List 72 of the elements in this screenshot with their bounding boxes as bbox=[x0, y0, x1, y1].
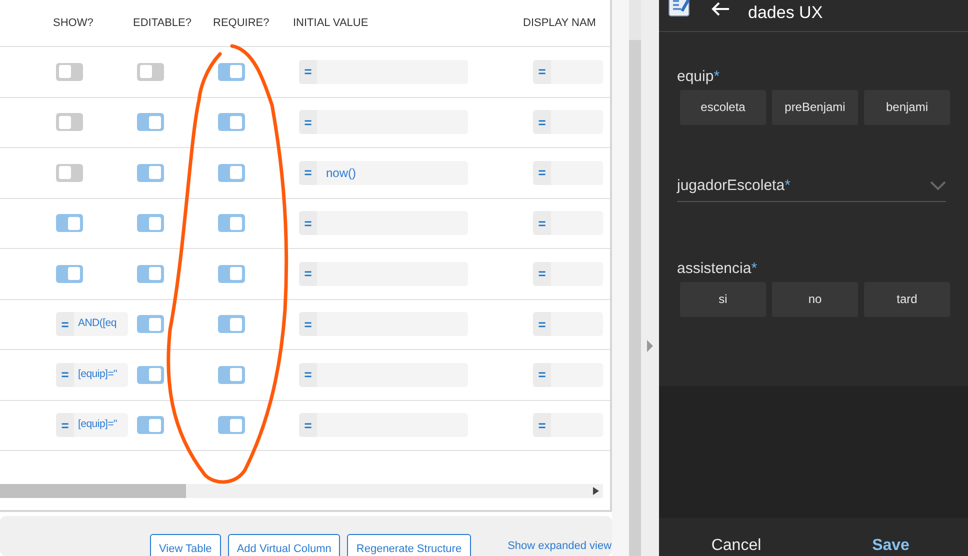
formula-field[interactable]: = [equip]=" bbox=[56, 413, 128, 438]
toggle-switch[interactable] bbox=[218, 113, 245, 132]
chevron-down-icon bbox=[930, 180, 946, 191]
toolbar-button[interactable]: View Table bbox=[150, 534, 221, 556]
formula-field[interactable]: = bbox=[299, 211, 468, 236]
column-header[interactable]: EDITABLE? bbox=[133, 16, 192, 29]
back-arrow-icon[interactable] bbox=[710, 1, 730, 17]
toggle-switch[interactable] bbox=[218, 366, 245, 384]
option-button[interactable]: tard bbox=[864, 282, 950, 316]
toggle-switch[interactable] bbox=[218, 264, 245, 283]
toggle-switch[interactable] bbox=[137, 214, 164, 232]
option-button[interactable]: no bbox=[772, 282, 858, 316]
toggle-switch[interactable] bbox=[218, 214, 245, 232]
toggle-switch[interactable] bbox=[137, 264, 164, 283]
expand-icon[interactable] bbox=[647, 340, 653, 352]
field-label: assistencia bbox=[677, 259, 752, 279]
field-label: jugadorEscoleta bbox=[677, 176, 785, 196]
notepad-icon bbox=[668, 0, 692, 17]
formula-field[interactable]: = bbox=[299, 413, 468, 438]
formula-field[interactable]: = bbox=[533, 60, 603, 84]
toggle-switch[interactable] bbox=[218, 416, 245, 434]
formula-field[interactable]: = bbox=[533, 413, 603, 438]
toggle-switch[interactable] bbox=[218, 164, 245, 182]
toolbar-button[interactable]: Add Virtual Column bbox=[228, 534, 340, 556]
formula-field[interactable]: = bbox=[299, 60, 468, 84]
formula-field[interactable]: = bbox=[299, 362, 468, 387]
formula-field[interactable]: = AND([eq bbox=[56, 312, 128, 336]
toggle-switch[interactable] bbox=[56, 62, 83, 81]
formula-field[interactable]: = bbox=[533, 312, 603, 336]
required-asterisk: * bbox=[784, 176, 790, 196]
vertical-scrollbar[interactable] bbox=[629, 40, 641, 556]
toggle-switch[interactable] bbox=[137, 315, 164, 334]
formula-field[interactable]: = bbox=[533, 110, 603, 134]
toggle-switch[interactable] bbox=[137, 62, 164, 81]
column-header[interactable]: REQUIRE? bbox=[213, 16, 270, 29]
formula-field[interactable]: = now() bbox=[299, 160, 468, 185]
option-button[interactable]: escoleta bbox=[680, 90, 766, 124]
toggle-switch[interactable] bbox=[56, 113, 83, 132]
cancel-button[interactable]: Cancel bbox=[659, 538, 814, 556]
formula-field[interactable]: = bbox=[533, 160, 603, 185]
toggle-switch[interactable] bbox=[137, 416, 164, 434]
dropdown-field[interactable]: jugadorEscoleta* bbox=[677, 174, 946, 202]
scroll-right-icon[interactable] bbox=[593, 487, 599, 495]
toggle-switch[interactable] bbox=[56, 164, 83, 182]
formula-field[interactable]: = bbox=[299, 110, 468, 134]
formula-field[interactable]: = bbox=[299, 312, 468, 336]
formula-field[interactable]: = bbox=[533, 262, 603, 286]
formula-field[interactable]: = bbox=[533, 362, 603, 387]
toggle-switch[interactable] bbox=[56, 264, 83, 283]
expanded-view-link[interactable]: Show expanded view bbox=[508, 538, 612, 554]
option-button[interactable]: benjami bbox=[864, 90, 950, 124]
toggle-switch[interactable] bbox=[137, 164, 164, 182]
save-button[interactable]: Save bbox=[814, 538, 968, 556]
toggle-switch[interactable] bbox=[56, 214, 83, 232]
required-asterisk: * bbox=[751, 259, 758, 279]
option-button[interactable]: si bbox=[680, 282, 766, 316]
field-label: equip bbox=[677, 67, 714, 87]
required-asterisk: * bbox=[714, 67, 720, 87]
formula-field[interactable]: = [equip]=" bbox=[56, 362, 128, 387]
column-header[interactable]: SHOW? bbox=[53, 16, 94, 29]
toggle-switch[interactable] bbox=[137, 366, 164, 384]
horizontal-scrollbar[interactable] bbox=[0, 484, 603, 498]
form-title: dades UX bbox=[748, 4, 823, 21]
toggle-switch[interactable] bbox=[218, 62, 245, 81]
toggle-switch[interactable] bbox=[218, 315, 245, 334]
option-button[interactable]: preBenjami bbox=[772, 90, 858, 124]
formula-field[interactable]: = bbox=[299, 262, 468, 286]
column-header[interactable]: INITIAL VALUE bbox=[293, 16, 368, 29]
toolbar-button[interactable]: Regenerate Structure bbox=[347, 534, 471, 556]
toggle-switch[interactable] bbox=[137, 113, 164, 132]
formula-field[interactable]: = bbox=[533, 211, 603, 236]
column-header[interactable]: DISPLAY NAM bbox=[523, 16, 596, 29]
